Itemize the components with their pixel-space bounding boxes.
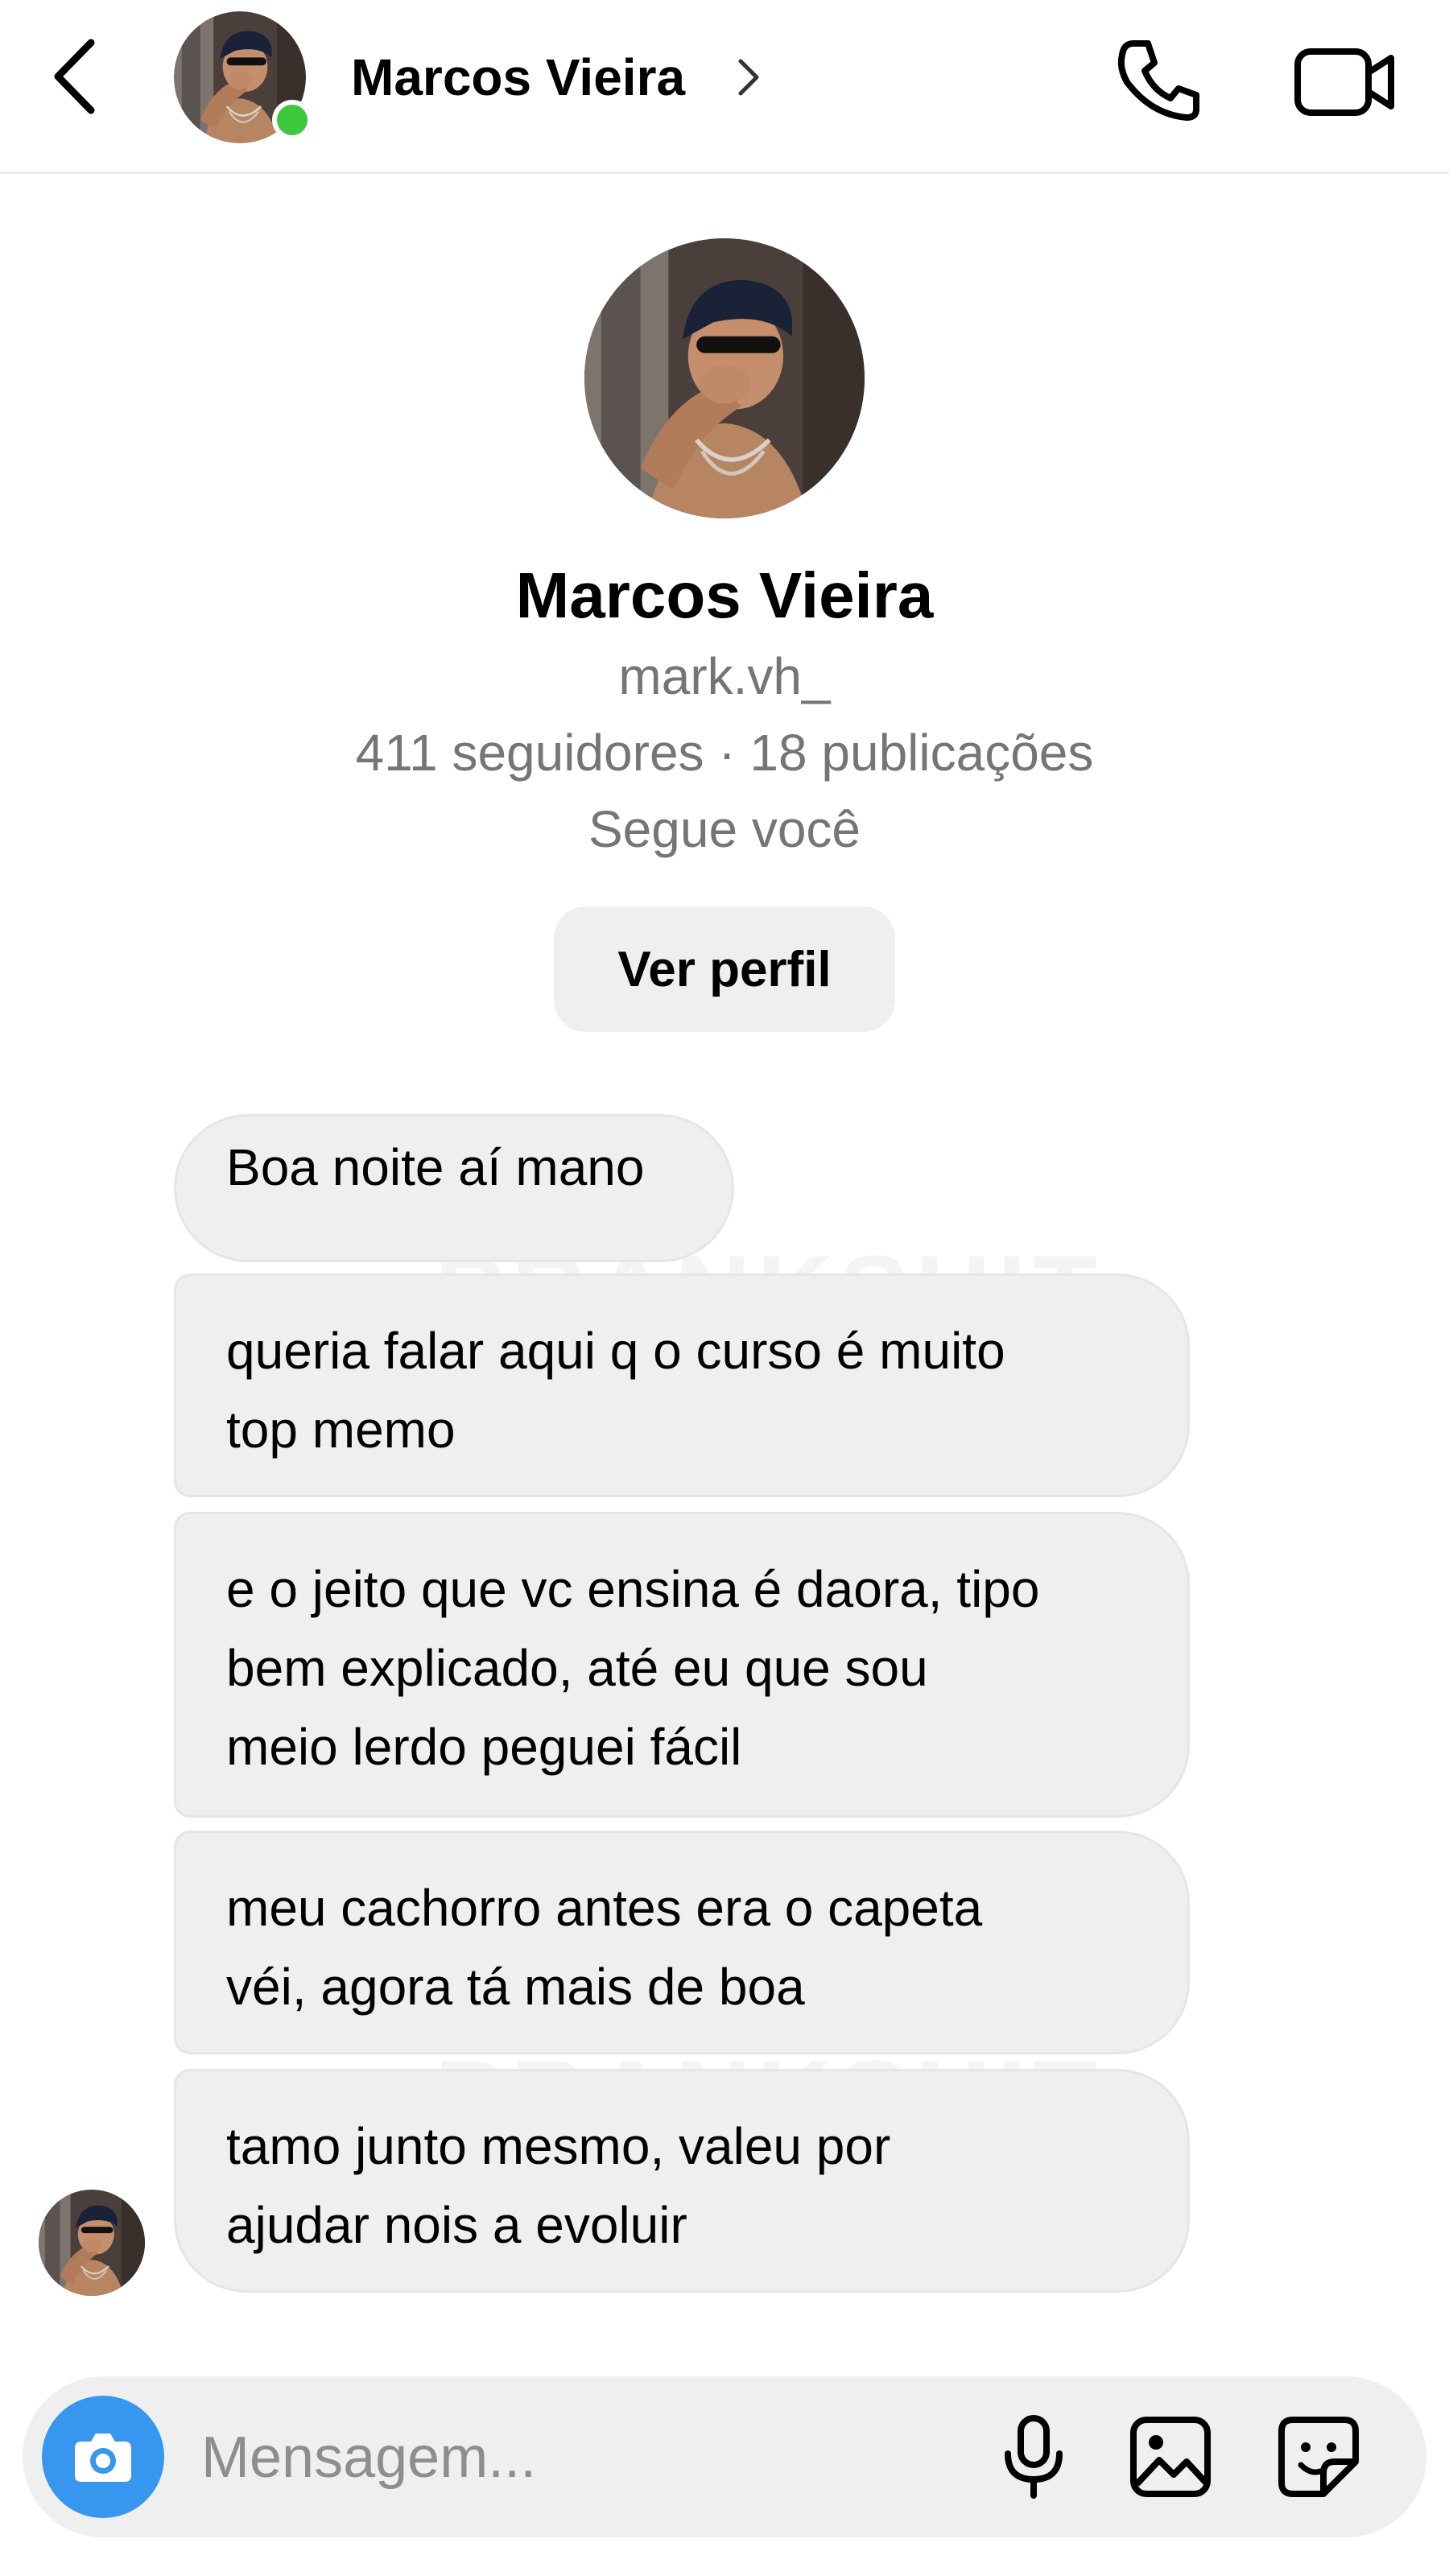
message-bubble[interactable]: queria falar aqui q o curso é muito top …	[174, 1274, 1190, 1497]
message-composer	[23, 2376, 1426, 2537]
phone-icon	[1117, 40, 1199, 121]
message-input[interactable]	[200, 2409, 960, 2507]
avatar-image	[584, 238, 865, 518]
chevron-right-icon[interactable]	[733, 53, 765, 101]
voice-message-button[interactable]	[985, 2409, 1082, 2505]
contact-name[interactable]: Marcos Vieira	[351, 45, 685, 109]
sticker-icon	[1278, 2417, 1359, 2497]
chat-header: Marcos Vieira	[0, 0, 1449, 174]
online-status-dot	[272, 100, 312, 140]
view-profile-button[interactable]: Ver perfil	[554, 906, 895, 1032]
message-bubble[interactable]: tamo junto mesmo, valeu por ajudar nois …	[174, 2069, 1190, 2293]
sender-avatar[interactable]	[39, 2190, 145, 2296]
profile-name: Marcos Vieira	[515, 559, 934, 631]
profile-stats: 411 seguidores · 18 publicações	[355, 724, 1094, 782]
header-avatar[interactable]	[174, 11, 312, 143]
gallery-button[interactable]	[1122, 2409, 1219, 2505]
microphone-icon	[1005, 2415, 1063, 2499]
camera-icon	[75, 2434, 131, 2482]
gallery-icon	[1130, 2417, 1211, 2497]
back-button[interactable]	[39, 32, 111, 121]
message-bubble[interactable]: Boa noite aí mano	[174, 1114, 734, 1262]
voice-call-button[interactable]	[1111, 32, 1208, 129]
profile-avatar[interactable]	[584, 238, 865, 518]
video-call-button[interactable]	[1288, 32, 1401, 129]
sticker-button[interactable]	[1270, 2409, 1367, 2505]
follows-you-label: Segue você	[588, 800, 861, 858]
camera-button[interactable]	[42, 2396, 164, 2518]
avatar-image	[39, 2190, 145, 2296]
chevron-left-icon	[54, 39, 95, 114]
message-bubble[interactable]: e o jeito que vc ensina é daora, tipo be…	[174, 1512, 1190, 1818]
video-camera-icon	[1294, 48, 1394, 116]
profile-username: mark.vh_	[618, 647, 831, 705]
message-bubble[interactable]: meu cachorro antes era o capeta véi, ago…	[174, 1831, 1190, 2054]
